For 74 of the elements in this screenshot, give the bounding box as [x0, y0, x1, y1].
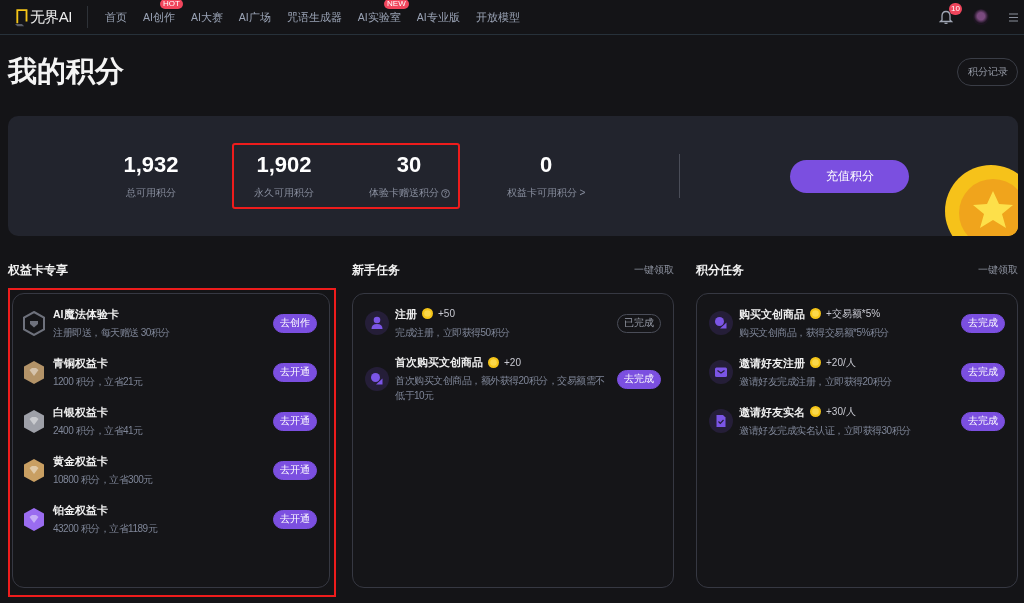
task-reward: +50 — [438, 308, 455, 319]
task-description: 首次购买文创商品，额外获得20积分，交易额需不低于10元 — [395, 374, 606, 403]
task-description: 购买文创商品，获得交易额*5%积分 — [739, 325, 890, 340]
task-reward: +交易额*5% — [826, 306, 881, 321]
benefit-name: AI魔法体验卡 — [53, 306, 120, 321]
stat-label: 永久可用积分 — [254, 186, 314, 200]
task-description: 完成注册，立即获得50积分 — [395, 325, 511, 340]
activate-button[interactable]: 去创作 — [273, 313, 317, 333]
help-icon[interactable] — [440, 188, 450, 198]
nav-link[interactable]: AI实验室 — [357, 10, 401, 24]
stat-label: 体验卡赠送积分 — [368, 186, 439, 200]
stat-label[interactable]: 权益卡可用积分 > — [506, 186, 586, 200]
recharge-button[interactable]: 充值积分 — [790, 159, 909, 193]
complete-task-button[interactable]: 去完成 — [961, 362, 1005, 382]
user-icon — [365, 311, 389, 335]
benefit-name: 白银权益卡 — [53, 404, 109, 419]
page-title: 我的积分 — [8, 54, 124, 89]
benefit-description: 1200 积分，立省21元 — [53, 374, 144, 389]
nav-link[interactable]: AI创作 — [143, 10, 175, 24]
activate-button[interactable]: 去开通 — [273, 460, 317, 480]
benefit-name: 黄金权益卡 — [53, 453, 109, 468]
activate-button[interactable]: 去开通 — [273, 362, 317, 382]
benefit-description: 2400 积分，立省41元 — [53, 423, 144, 438]
task-description: 邀请好友完成实名认证，立即获得30积分 — [739, 423, 912, 438]
nav-badge: NEW — [384, 0, 409, 9]
logo-text[interactable]: 无界AI — [29, 7, 72, 27]
coin-icon — [810, 357, 821, 368]
complete-task-button[interactable]: 去完成 — [617, 369, 661, 389]
task-reward: +30/人 — [826, 404, 856, 419]
activate-button[interactable]: 去开通 — [273, 509, 317, 529]
stat-label: 总可用积分 — [126, 186, 176, 200]
benefit-description: 10800 积分，立省300元 — [53, 472, 154, 487]
coin-icon — [488, 356, 499, 368]
section-title: 权益卡专享 — [8, 261, 68, 279]
benefit-description: 注册即送，每天赠送 30积分 — [53, 325, 171, 340]
task-reward: +20 — [504, 356, 521, 368]
coin-icon — [810, 406, 821, 417]
complete-task-button[interactable]: 去完成 — [961, 313, 1005, 333]
stat-value: 30 — [396, 152, 422, 178]
avatar-image[interactable] — [973, 9, 989, 25]
claim-all-link[interactable]: 一键领取 — [634, 263, 674, 277]
coin-icon — [422, 308, 433, 319]
nav-link[interactable]: 开放模型 — [475, 10, 520, 24]
benefit-name: 青铜权益卡 — [53, 355, 109, 370]
nav-link[interactable]: AI专业版 — [416, 10, 460, 24]
envelope-icon — [709, 360, 733, 384]
notification-badge: 10 — [949, 3, 962, 15]
task-title: 邀请好友注册 — [739, 355, 805, 370]
nav-link[interactable]: 首页 — [105, 10, 127, 24]
activate-button[interactable]: 去开通 — [273, 411, 317, 431]
stat-value: 1,932 — [123, 152, 179, 178]
nav-link[interactable]: AI大赛 — [190, 10, 223, 24]
task-reward: +20/人 — [826, 355, 856, 370]
notification-bell-icon[interactable] — [939, 9, 953, 25]
coin-icon — [810, 308, 821, 319]
task-description: 邀请好友完成注册，立即获得20积分 — [739, 374, 893, 389]
section-title: 积分任务 — [696, 261, 744, 279]
task-title: 邀请好友实名 — [739, 404, 805, 419]
complete-task-button[interactable]: 去完成 — [961, 411, 1005, 431]
task-title: 购买文创商品 — [739, 306, 805, 321]
section-title: 新手任务 — [352, 261, 400, 279]
menu-icon[interactable] — [1009, 12, 1018, 22]
stat-value: 0 — [539, 152, 553, 178]
star-coin-icon — [944, 164, 1018, 236]
task-title: 首次购买文创商品 — [395, 355, 483, 369]
stat-value: 1,902 — [256, 152, 312, 178]
nav-link[interactable]: 咒语生成器 — [286, 10, 342, 24]
benefit-name: 铂金权益卡 — [53, 502, 109, 517]
nav-link[interactable]: AI广场 — [238, 10, 271, 24]
claim-all-link[interactable]: 一键领取 — [978, 263, 1018, 277]
benefit-description: 43200 积分，立省1189元 — [53, 521, 159, 536]
nav-badge: HOT — [160, 0, 183, 9]
document-check-icon — [709, 409, 733, 433]
task-title: 注册 — [395, 306, 417, 321]
